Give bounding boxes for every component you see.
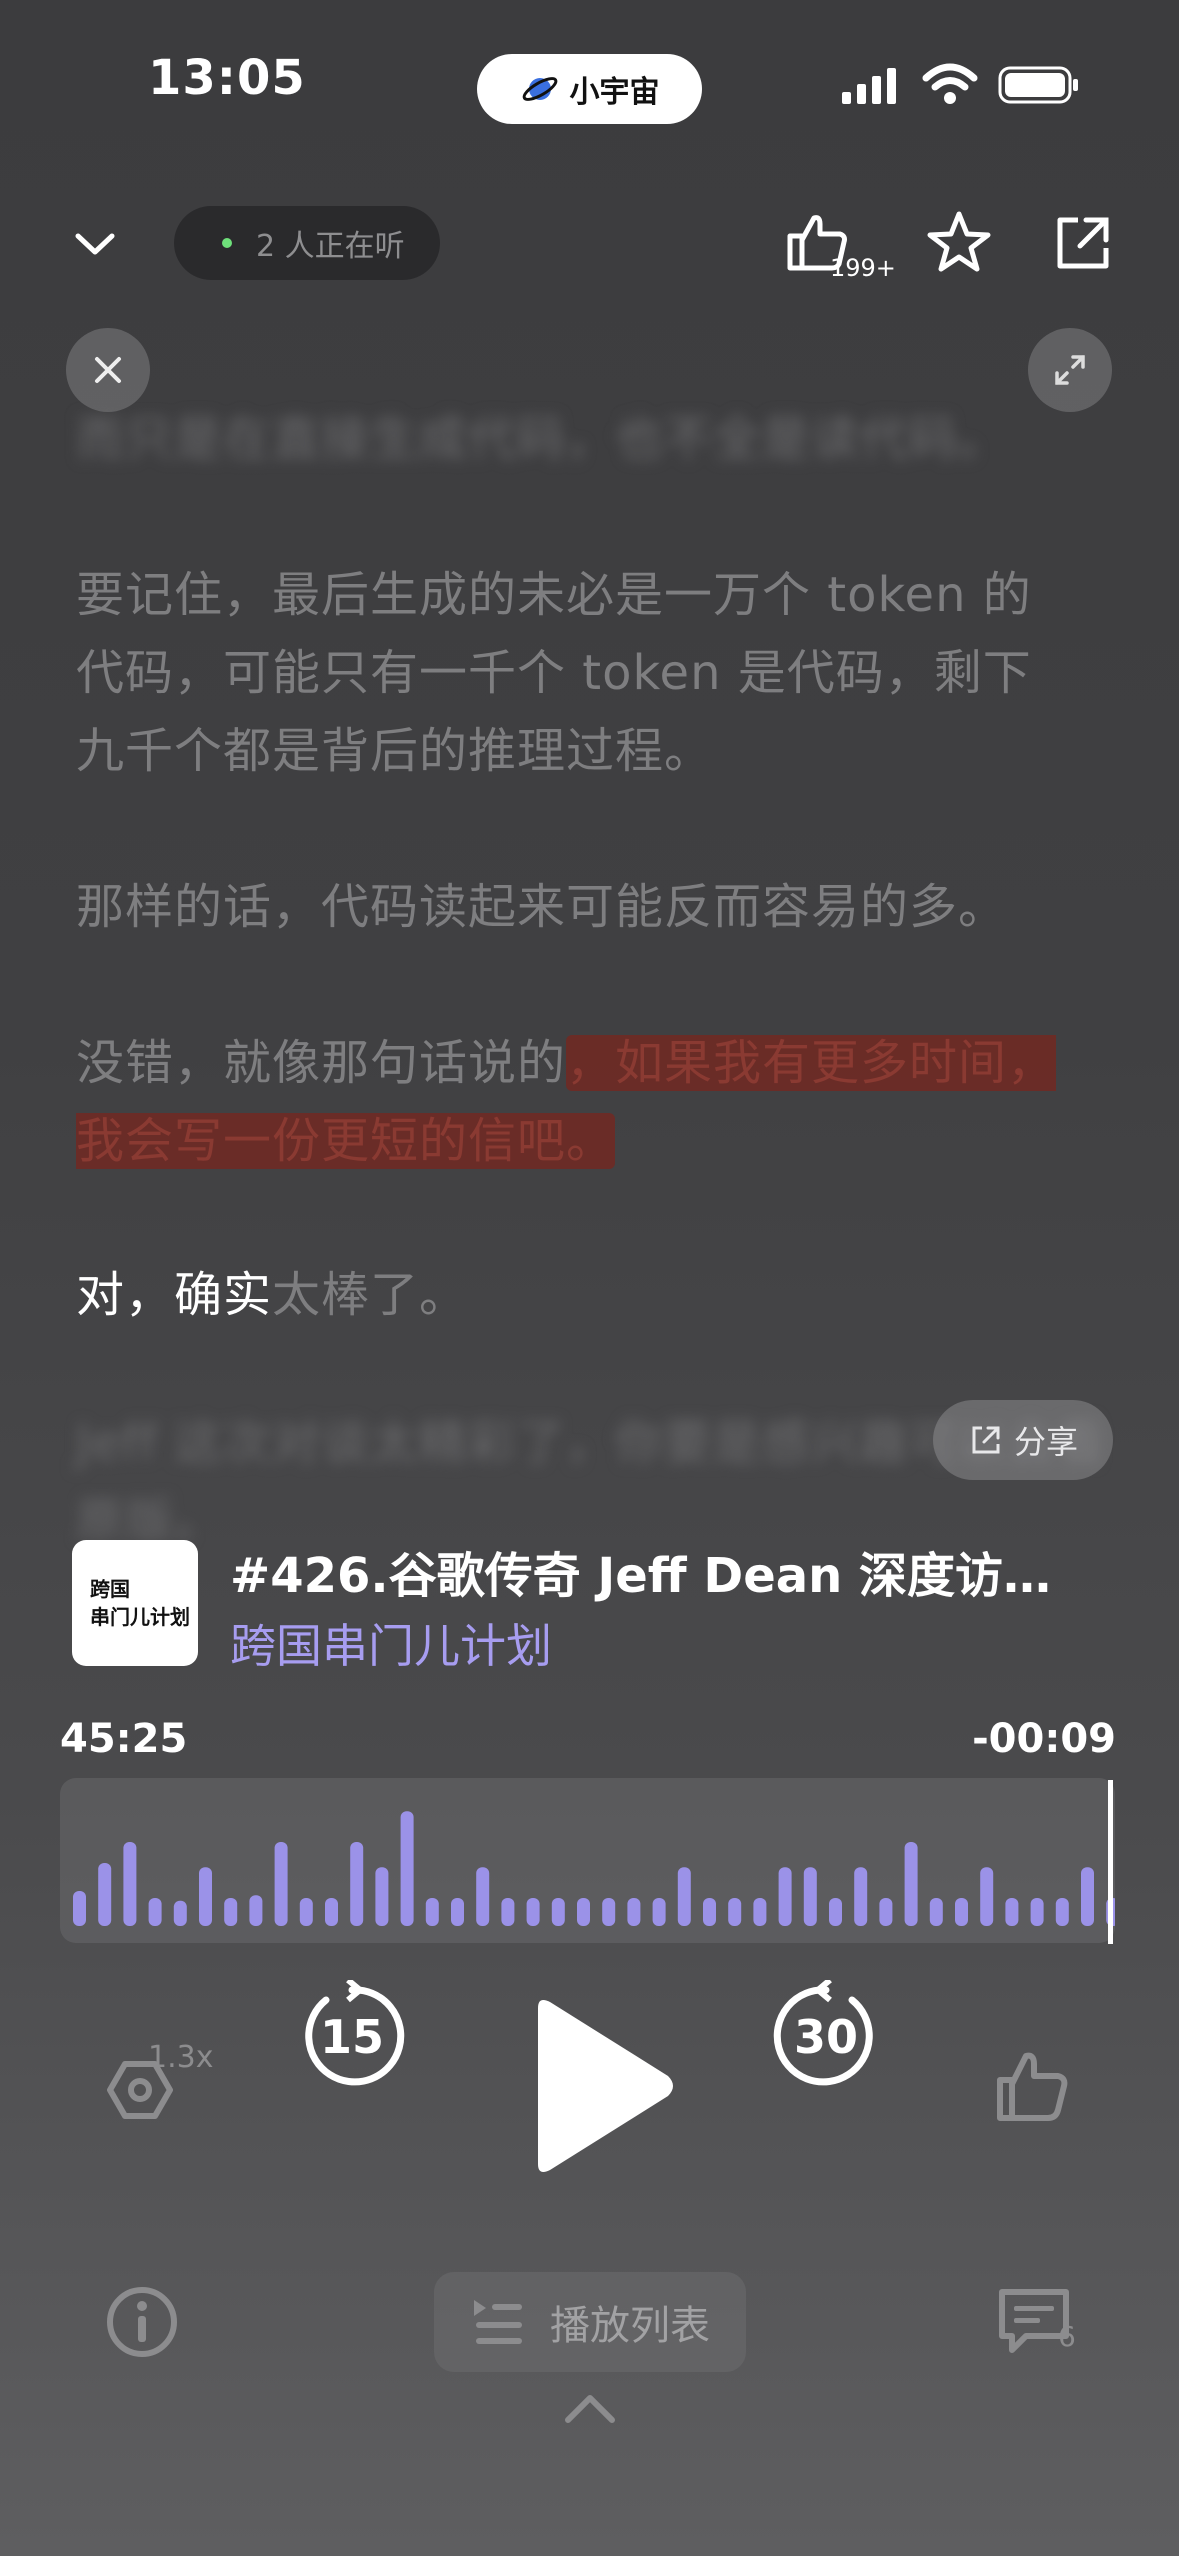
waveform-bar [1081,1867,1094,1926]
waveform-bar [829,1898,842,1926]
waveform-bar [728,1898,742,1926]
like-count: 199+ [830,254,896,282]
signal-icon [842,66,902,110]
play-icon [538,2000,673,2172]
transcript-upcoming-words: 太棒了。 [272,1267,469,1323]
waveform-bar [98,1863,112,1926]
collapse-chevron-icon[interactable] [70,218,120,272]
live-dot-icon [222,238,232,248]
waveform-bar [929,1898,943,1926]
app-pill-label: 小宇宙 [569,75,660,110]
waveform-bar [753,1898,767,1926]
waveform-bar [73,1891,86,1926]
waveform-bar [955,1898,968,1926]
playlist-button[interactable]: 播放列表 [434,2272,746,2372]
waveform-bar [451,1898,464,1926]
waveform-bar [854,1867,868,1926]
like-button[interactable]: 199+ [784,210,896,290]
transcript-current-words: 对，确实 [76,1267,273,1323]
transcript-paragraph-1: 要记住，最后生成的未必是一万个 token 的代码，可能只有一千个 token … [76,567,1032,779]
cover-line-1: 跨国 [90,1577,130,1601]
waveform-bar [350,1842,364,1926]
waveform-bar [299,1898,313,1926]
comments-button[interactable]: 6 [996,2284,1086,2364]
comments-count: 6 [1058,2320,1076,2353]
forward-button[interactable]: 30 [770,1977,882,2092]
listening-text: 2 人正在听 [256,229,405,264]
transcript-paragraph-2: 那样的话，代码读起来可能反而容易的多。 [76,879,1008,935]
close-icon [95,357,121,383]
waveform-bar [778,1867,792,1926]
waveform-bar [879,1898,893,1926]
episode-title[interactable]: #426.谷歌传奇 Jeff Dean 深度访谈… [230,1536,1070,1606]
waveform-bar [274,1842,288,1926]
waveform-bar [577,1898,590,1926]
app-pill[interactable]: 小宇宙 [477,54,702,124]
waveform-bar [602,1898,616,1926]
play-button[interactable] [530,1996,680,2180]
waveform-scrubber[interactable] [60,1778,1115,1943]
share-quote-button[interactable]: 分享 [933,1400,1113,1480]
waveform-bar [148,1898,162,1926]
waveform-bar [224,1898,238,1926]
planet-icon [522,77,557,101]
waveform-bar [677,1867,691,1926]
waveform-bar [123,1842,137,1926]
waveform-bar [627,1898,641,1926]
expand-up-chevron-icon[interactable] [562,2388,618,2432]
forward-seconds: 30 [793,2010,858,2064]
thumbs-up-outline-icon [997,2052,1068,2121]
star-icon[interactable] [924,208,994,282]
waveform-bar [703,1898,716,1926]
episode-cover[interactable]: 跨国 串门儿计划 [72,1540,198,1666]
waveform-bar [173,1900,187,1926]
speed-label: 1.3x [148,2040,214,2075]
waveform-bar [375,1867,389,1926]
expand-icon [1055,355,1085,385]
rewind-seconds: 15 [319,2010,384,2064]
waveform-bar [980,1867,994,1926]
transcript-p3-plain: 没错，就像那句话说的 [76,1035,567,1091]
waveform-bar [400,1811,414,1926]
waveform [73,1811,1115,1926]
waveform-bar [199,1867,212,1926]
waveform-bar [501,1898,515,1926]
waveform-bar [249,1895,263,1926]
waveform-bar [476,1867,490,1926]
waveform-bar [325,1898,338,1926]
playhead[interactable] [1108,1780,1113,1944]
waveform-bar [803,1867,817,1926]
transcript-paragraph-4: 对，确实太棒了。 [76,1256,1116,1334]
share-icon [972,1426,1000,1454]
wifi-icon [922,62,978,110]
waveform-bar [904,1842,918,1926]
info-icon [107,2287,177,2357]
transcript-blur-top: 而只是在直接生成代码，也不全是读代码。 [76,411,1008,467]
elapsed-time: 45:25 [60,1716,188,1762]
listening-badge: 2 人正在听 [174,206,440,280]
waveform-bar [652,1898,666,1926]
cover-line-2: 串门儿计划 [90,1605,190,1629]
waveform-bar [551,1898,565,1926]
status-time: 13:05 [148,50,306,106]
speed-button[interactable]: 1.3x [100,2040,214,2140]
waveform-bar [1030,1898,1044,1926]
rewind-button[interactable]: 15 [296,1977,408,2092]
podcast-name[interactable]: 跨国串门儿计划 [230,1610,552,1676]
transcript-paragraph-3: 没错，就像那句话说的，如果我有更多时间，我会写一份更短的信吧。 [76,1024,1066,1180]
waveform-bar [1005,1898,1019,1926]
waveform-bar [1055,1898,1069,1926]
remaining-time: -00:09 [972,1716,1116,1762]
share-label: 分享 [1013,1423,1078,1461]
info-button[interactable] [104,2284,180,2364]
waveform-bar [526,1898,540,1926]
share-out-icon[interactable] [1052,212,1114,278]
playlist-icon [474,2300,522,2344]
thumbs-up-button[interactable] [992,2046,1072,2130]
waveform-bar [425,1898,439,1926]
battery-icon [998,66,1080,110]
playlist-label: 播放列表 [550,2303,710,2349]
